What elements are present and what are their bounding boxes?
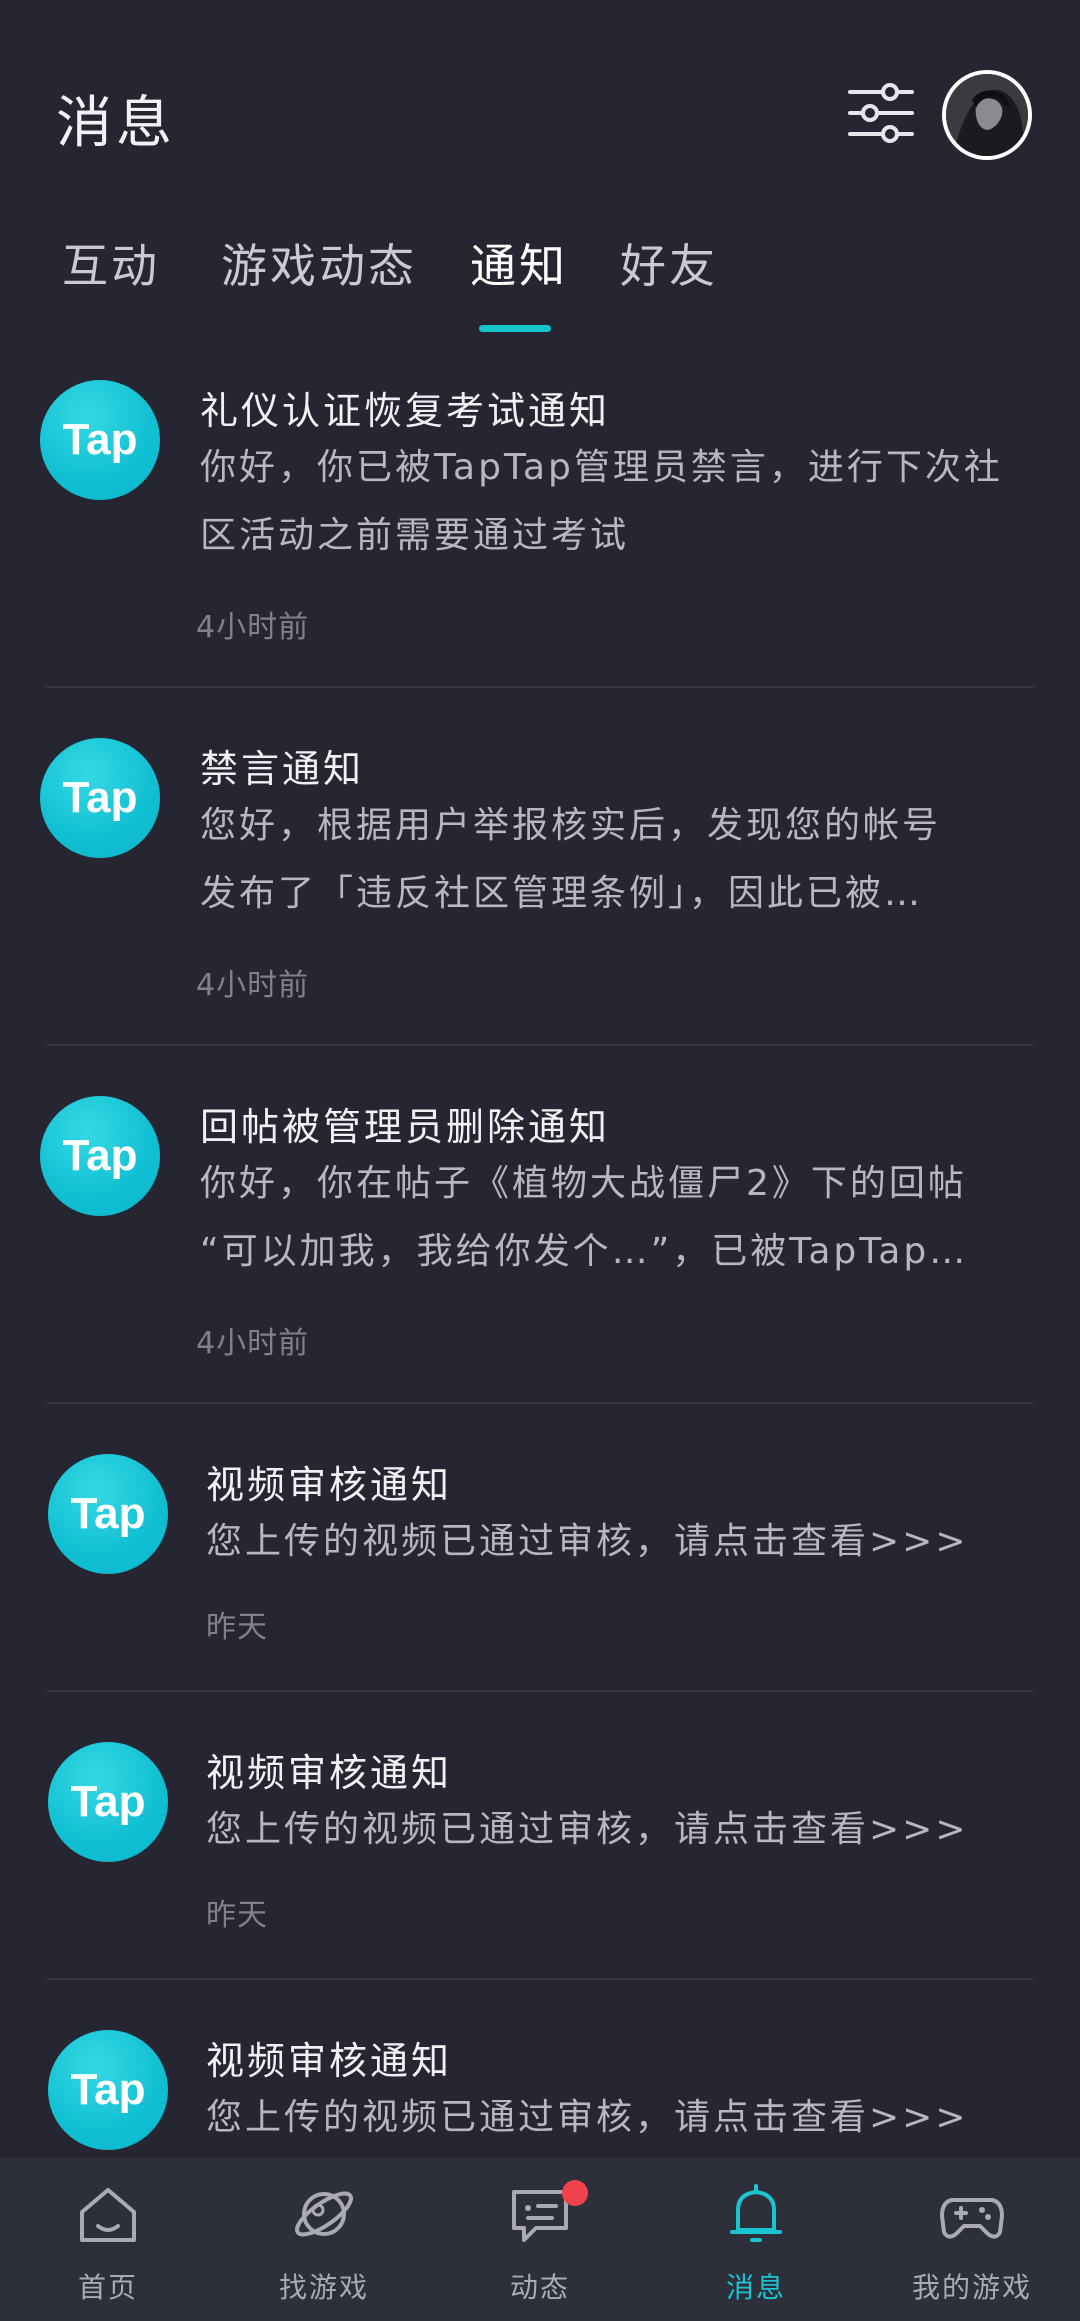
notification-body: 您好，根据用户举报核实后，发现您的帐号 发布了「违反社区管理条例」，因此已被…	[200, 792, 1040, 928]
filter-button[interactable]	[846, 80, 916, 146]
divider	[46, 1978, 1034, 1980]
nav-label: 消息	[725, 2271, 786, 2304]
nav-messages[interactable]: 消息	[648, 2158, 864, 2321]
notification-body: 你好，你已被TapTap管理员禁言，进行下次社 区活动之前需要通过考试	[200, 434, 1040, 570]
gamepad-icon	[940, 2198, 1004, 2239]
notification-body-line: “可以加我，我给你发个…”，已被TapTap…	[200, 1231, 969, 1272]
taptap-logo-icon: Tap	[48, 2030, 168, 2150]
planet-icon	[295, 2191, 353, 2237]
notification-body: 您上传的视频已通过审核，请点击查看>>>	[206, 1508, 1036, 1576]
list-item[interactable]: Tap 礼仪认证恢复考试通知 你好，你已被TapTap管理员禁言，进行下次社 区…	[0, 340, 1080, 688]
divider	[46, 1044, 1034, 1046]
active-tab-indicator	[479, 325, 551, 332]
notification-title: 视频审核通知	[206, 2039, 453, 2083]
list-item[interactable]: Tap 视频审核通知 您上传的视频已通过审核，请点击查看>>> 昨天	[0, 1414, 1080, 1692]
notification-body-line: 你好，你已被TapTap管理员禁言，进行下次社	[200, 447, 1003, 488]
nav-label: 首页	[77, 2271, 138, 2304]
tab-bar: 互动 游戏动态 通知 好友	[0, 230, 1080, 340]
page-title: 消息	[56, 91, 176, 156]
svg-text:Tap: Tap	[71, 1489, 146, 1538]
notification-body-line: 发布了「违反社区管理条例」，因此已被…	[200, 873, 924, 914]
svg-text:Tap: Tap	[63, 1131, 138, 1180]
taptap-logo-icon: Tap	[48, 1742, 168, 1862]
tab-game-updates[interactable]: 游戏动态	[221, 230, 417, 296]
header: 消息	[0, 0, 1080, 220]
tab-interaction[interactable]: 互动	[62, 230, 160, 296]
avatar[interactable]	[942, 70, 1032, 160]
nav-find-games[interactable]: 找游戏	[216, 2158, 432, 2321]
notification-time: 昨天	[206, 1898, 268, 1933]
list-item[interactable]: Tap 禁言通知 您好，根据用户举报核实后，发现您的帐号 发布了「违反社区管理条…	[0, 698, 1080, 1046]
taptap-logo-icon: Tap	[40, 738, 160, 858]
notification-title: 视频审核通知	[206, 1463, 453, 1507]
notification-body-line: 您上传的视频已通过审核，请点击查看>>>	[206, 2097, 969, 2138]
user-avatar-icon	[946, 74, 1028, 156]
notification-badge	[562, 2180, 588, 2206]
svg-text:Tap: Tap	[63, 415, 138, 464]
tab-notifications[interactable]: 通知	[470, 230, 568, 296]
svg-text:Tap: Tap	[71, 1777, 146, 1826]
notification-body-line: 你好，你在帖子《植物大战僵尸2》下的回帖	[200, 1163, 967, 1204]
notification-title: 回帖被管理员删除通知	[200, 1105, 611, 1149]
notification-title: 礼仪认证恢复考试通知	[200, 389, 611, 433]
divider	[46, 1690, 1034, 1692]
bottom-navigation: 首页 找游戏 动态 消息 我的游戏	[0, 2158, 1080, 2321]
notification-body-line: 您上传的视频已通过审核，请点击查看>>>	[206, 1521, 969, 1562]
list-item[interactable]: Tap 视频审核通知 您上传的视频已通过审核，请点击查看>>> 昨天	[0, 1702, 1080, 1980]
settings-sliders-icon	[848, 83, 914, 143]
notification-body-line: 您上传的视频已通过审核，请点击查看>>>	[206, 1809, 969, 1850]
list-item[interactable]: Tap 视频审核通知 您上传的视频已通过审核，请点击查看>>>	[0, 1990, 1080, 2158]
nav-my-games[interactable]: 我的游戏	[864, 2158, 1080, 2321]
nav-home[interactable]: 首页	[0, 2158, 216, 2321]
list-item[interactable]: Tap 回帖被管理员删除通知 你好，你在帖子《植物大战僵尸2》下的回帖 “可以加…	[0, 1056, 1080, 1404]
notification-time: 4小时前	[196, 968, 310, 1003]
nav-label: 找游戏	[278, 2271, 369, 2304]
nav-label: 动态	[509, 2271, 570, 2304]
notification-body: 您上传的视频已通过审核，请点击查看>>>	[206, 1796, 1036, 1864]
bell-icon	[730, 2184, 782, 2242]
notification-title: 视频审核通知	[206, 1751, 453, 1795]
nav-label: 我的游戏	[911, 2271, 1032, 2304]
notification-time: 4小时前	[196, 1326, 310, 1361]
nav-feed[interactable]: 动态	[432, 2158, 648, 2321]
notification-title: 禁言通知	[200, 747, 365, 791]
divider	[46, 686, 1034, 688]
notification-body-line: 区活动之前需要通过考试	[200, 515, 630, 556]
notification-body: 你好，你在帖子《植物大战僵尸2》下的回帖 “可以加我，我给你发个…”，已被Tap…	[200, 1150, 1040, 1286]
notification-time: 4小时前	[196, 610, 310, 645]
messages-page: 消息 互动 游戏动态 通知 好友 Tap 礼仪认证恢复考试通知 你好，你已被Ta…	[0, 0, 1080, 2321]
svg-text:Tap: Tap	[63, 773, 138, 822]
taptap-logo-icon: Tap	[40, 380, 160, 500]
taptap-logo-icon: Tap	[40, 1096, 160, 1216]
notification-body-line: 您好，根据用户举报核实后，发现您的帐号	[200, 805, 942, 846]
divider	[46, 1402, 1034, 1404]
notification-time: 昨天	[206, 1610, 268, 1645]
notification-body: 您上传的视频已通过审核，请点击查看>>>	[206, 2084, 1036, 2152]
svg-text:Tap: Tap	[71, 2065, 146, 2114]
taptap-logo-icon: Tap	[48, 1454, 168, 1574]
tab-friends[interactable]: 好友	[620, 230, 718, 296]
home-icon	[80, 2188, 136, 2242]
